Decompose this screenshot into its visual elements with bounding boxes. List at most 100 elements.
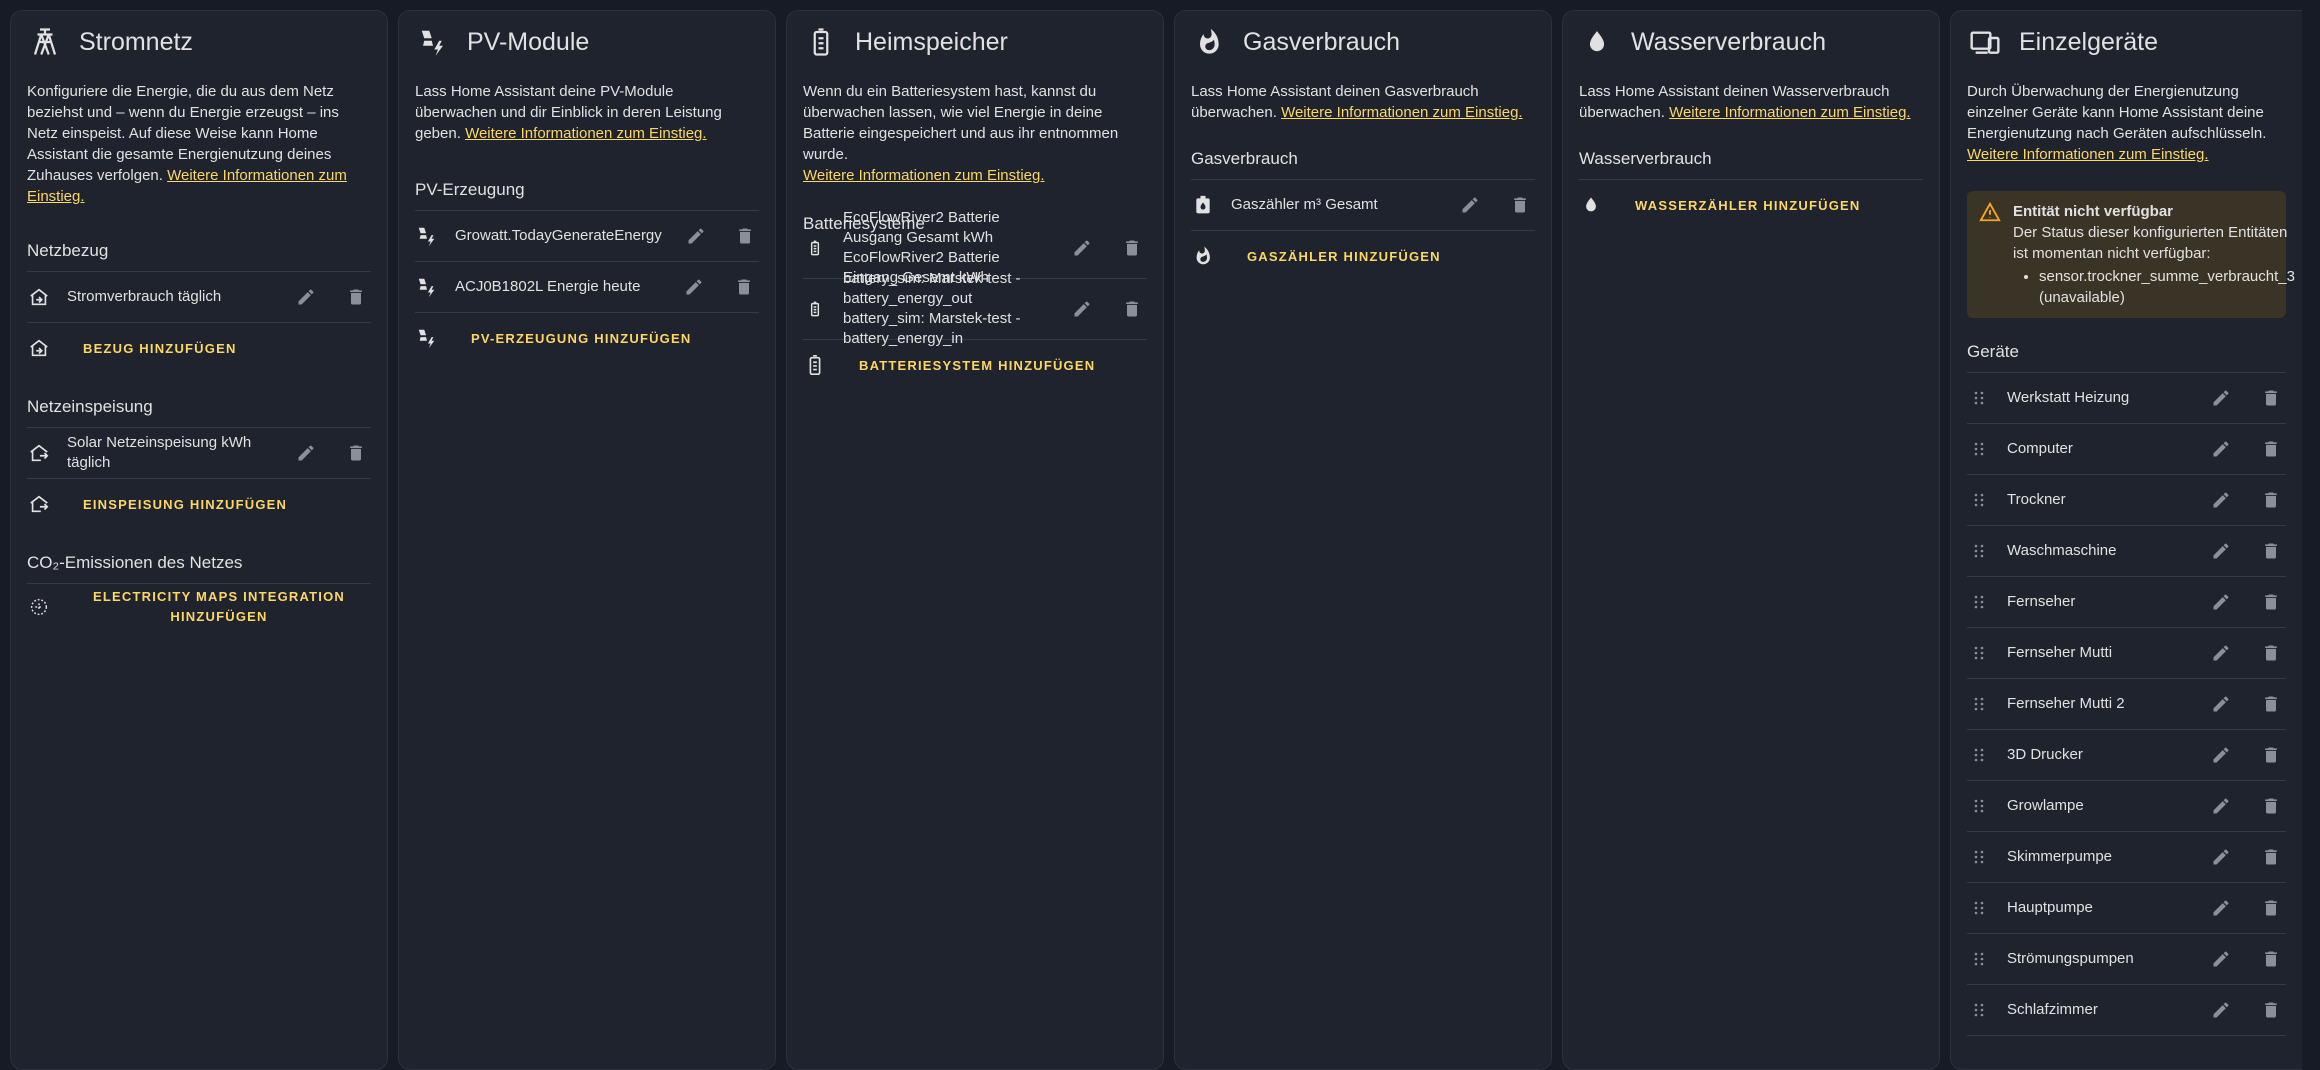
delete-button[interactable] [2256, 791, 2286, 821]
edit-button[interactable] [1067, 294, 1097, 324]
add-co2-button[interactable]: Electricity Maps Integration hinzufügen [67, 579, 371, 635]
add-water-button[interactable]: Wasserzähler hinzufügen [1619, 190, 1877, 221]
delete-button[interactable] [341, 282, 371, 312]
edit-button[interactable] [2206, 383, 2236, 413]
drag-handle-icon[interactable] [1967, 794, 1991, 818]
device-row: Strömungspumpen [1967, 934, 2286, 985]
gas-card: Gasverbrauch Lass Home Assistant deinen … [1174, 10, 1552, 1070]
pencil-icon [2213, 900, 2229, 916]
solar-power-icon [415, 326, 439, 350]
add-co2-row: Electricity Maps Integration hinzufügen [27, 584, 371, 630]
drag-handle-icon[interactable] [1967, 539, 1991, 563]
pencil-icon [1462, 197, 1478, 213]
solar-learn-more-link[interactable]: Weitere Informationen zum Einstieg. [465, 125, 707, 142]
drag-handle-icon[interactable] [1967, 947, 1991, 971]
delete-button[interactable] [2256, 587, 2286, 617]
drag-handle-icon[interactable] [1967, 845, 1991, 869]
delete-button[interactable] [2256, 434, 2286, 464]
drag-handle-icon[interactable] [1967, 743, 1991, 767]
add-consumption-row: Bezug hinzufügen [27, 323, 371, 373]
add-return-button[interactable]: Einspeisung hinzufügen [67, 489, 303, 520]
battery-title: Heimspeicher [855, 27, 1008, 56]
gas-learn-more-link[interactable]: Weitere Informationen zum Einstieg. [1281, 104, 1523, 121]
drag-handle-icon[interactable] [1967, 896, 1991, 920]
add-battery-button[interactable]: Batteriesystem hinzufügen [843, 350, 1111, 381]
pencil-icon [298, 445, 314, 461]
water-learn-more-link[interactable]: Weitere Informationen zum Einstieg. [1669, 104, 1911, 121]
edit-button[interactable] [2206, 842, 2236, 872]
alert-icon [1979, 201, 2003, 308]
fire-icon [1191, 244, 1215, 268]
drag-handle-icon[interactable] [1967, 386, 1991, 410]
edit-button[interactable] [2206, 434, 2236, 464]
delete-button[interactable] [2256, 536, 2286, 566]
water-title: Wasserverbrauch [1631, 27, 1826, 56]
water-icon [1579, 24, 1615, 60]
delete-button[interactable] [1117, 233, 1147, 263]
delete-button[interactable] [1505, 190, 1535, 220]
drag-handle-icon[interactable] [1967, 692, 1991, 716]
pencil-icon [1074, 301, 1090, 317]
edit-button[interactable] [2206, 791, 2236, 821]
drag-handle-icon[interactable] [1967, 488, 1991, 512]
water-icon [1579, 193, 1603, 217]
delete-button[interactable] [729, 272, 759, 302]
pencil-icon [2213, 390, 2229, 406]
pencil-icon [688, 228, 704, 244]
delete-button[interactable] [730, 221, 759, 251]
edit-button[interactable] [2206, 995, 2236, 1025]
delete-button[interactable] [1117, 294, 1147, 324]
trash-icon [2265, 390, 2277, 406]
delete-button[interactable] [2256, 485, 2286, 515]
delete-button[interactable] [2256, 995, 2286, 1025]
edit-button[interactable] [2206, 485, 2236, 515]
transmission-tower-icon [27, 24, 63, 60]
edit-button[interactable] [2206, 587, 2236, 617]
edit-button[interactable] [682, 221, 711, 251]
delete-button[interactable] [2256, 689, 2286, 719]
edit-button[interactable] [2206, 740, 2236, 770]
edit-button[interactable] [1067, 233, 1097, 263]
edit-button[interactable] [2206, 536, 2236, 566]
delete-button[interactable] [2256, 893, 2286, 923]
device-row: Skimmerpumpe [1967, 832, 2286, 883]
battery-card: Heimspeicher Wenn du ein Batteriesystem … [786, 10, 1164, 1070]
delete-button[interactable] [2256, 842, 2286, 872]
edit-button[interactable] [291, 438, 321, 468]
add-solar-row: PV-Erzeugung hinzufügen [415, 313, 759, 363]
delete-button[interactable] [2256, 944, 2286, 974]
battery-learn-more-link[interactable]: Weitere Informationen zum Einstieg. [803, 167, 1045, 184]
delete-button[interactable] [2256, 383, 2286, 413]
trash-icon [350, 445, 362, 461]
drag-handle-icon[interactable] [1967, 998, 1991, 1022]
delete-button[interactable] [2256, 638, 2286, 668]
add-gas-button[interactable]: Gaszähler hinzufügen [1231, 241, 1457, 272]
add-water-row: Wasserzähler hinzufügen [1579, 180, 1923, 230]
water-description: Lass Home Assistant deinen Wasserverbrau… [1579, 83, 1911, 121]
add-solar-button[interactable]: PV-Erzeugung hinzufügen [455, 323, 707, 354]
device-label: Werkstatt Heizung [2007, 389, 2130, 406]
edit-button[interactable] [2206, 944, 2236, 974]
device-row: Fernseher Mutti [1967, 628, 2286, 679]
grid-consumption-row: Stromverbrauch täglich [27, 272, 371, 323]
edit-button[interactable] [291, 282, 321, 312]
drag-handle-icon[interactable] [1967, 590, 1991, 614]
device-label: Skimmerpumpe [2007, 848, 2113, 865]
edit-button[interactable] [679, 272, 709, 302]
edit-button[interactable] [1455, 190, 1485, 220]
water-section-title: Wasserverbrauch [1579, 149, 1923, 180]
edit-button[interactable] [2206, 638, 2236, 668]
device-row: Computer [1967, 424, 2286, 475]
drag-handle-icon[interactable] [1967, 437, 1991, 461]
pencil-icon [686, 279, 702, 295]
delete-button[interactable] [341, 438, 371, 468]
add-consumption-button[interactable]: Bezug hinzufügen [67, 333, 253, 364]
drag-handle-icon[interactable] [1967, 641, 1991, 665]
devices-title: Einzelgeräte [2019, 27, 2158, 56]
edit-button[interactable] [2206, 893, 2236, 923]
trash-icon [350, 289, 362, 305]
edit-button[interactable] [2206, 689, 2236, 719]
devices-learn-more-link[interactable]: Weitere Informationen zum Einstieg. [1967, 146, 2209, 163]
delete-button[interactable] [2256, 740, 2286, 770]
pencil-icon [2213, 798, 2229, 814]
